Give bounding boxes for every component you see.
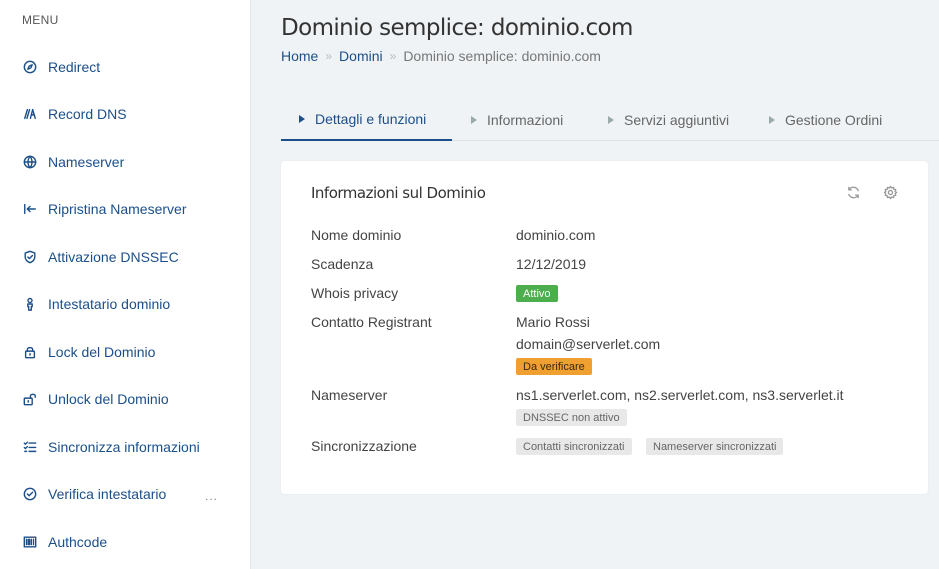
whois-status-badge: Attivo xyxy=(516,285,558,302)
dnssec-status-badge: DNSSEC non attivo xyxy=(516,409,627,426)
unlock-icon xyxy=(22,391,38,407)
breadcrumb-separator: » xyxy=(389,49,397,63)
triangle-right-icon xyxy=(769,115,775,124)
sidebar-item-verifica-intestatario[interactable]: Verifica intestatario xyxy=(22,483,232,505)
lock-icon xyxy=(22,344,38,360)
refresh-icon[interactable] xyxy=(844,183,862,201)
sync-contacts-badge: Contatti sincronizzati xyxy=(516,438,632,455)
sidebar-item-record-dns[interactable]: Record DNS xyxy=(22,103,232,125)
barcode-icon xyxy=(22,534,38,550)
globe-icon xyxy=(22,154,38,170)
sidebar-item-ripristina-nameserver[interactable]: Ripristina Nameserver xyxy=(22,198,232,220)
contatto-registrant-label: Contatto Registrant xyxy=(311,314,432,330)
nome-dominio-label: Nome dominio xyxy=(311,227,402,243)
tab-label: Dettagli e funzioni xyxy=(315,110,427,127)
tab-gestione-ordini[interactable]: Gestione Ordini xyxy=(751,98,902,141)
shield-check-icon xyxy=(22,249,38,265)
breadcrumb-home[interactable]: Home xyxy=(281,48,318,64)
sidebar-item-label: Intestatario dominio xyxy=(48,296,171,312)
nome-dominio-value: dominio.com xyxy=(516,227,596,243)
scadenza-label: Scadenza xyxy=(311,256,374,272)
breadcrumb-domini[interactable]: Domini xyxy=(339,48,383,64)
sidebar-item-label: Authcode xyxy=(48,534,108,550)
triangle-right-icon xyxy=(608,115,614,124)
breadcrumb-separator: » xyxy=(325,49,333,63)
menu-label: MENU xyxy=(22,13,59,27)
compass-icon xyxy=(22,59,38,75)
sidebar: MENU Redirect Record DNS Nameserver Ripr… xyxy=(0,0,251,569)
sidebar-item-label: Sincronizza informazioni xyxy=(48,439,200,455)
sidebar-item-label: Record DNS xyxy=(48,106,127,122)
breadcrumb-current: Dominio semplice: dominio.com xyxy=(403,48,601,64)
sidebar-item-label: Attivazione DNSSEC xyxy=(48,249,179,265)
nameserver-value: ns1.serverlet.com, ns2.serverlet.com, ns… xyxy=(516,387,844,403)
tab-servizi-aggiuntivi[interactable]: Servizi aggiuntivi xyxy=(590,98,749,141)
whois-privacy-label: Whois privacy xyxy=(311,285,399,301)
domain-info-card: Informazioni sul Dominio Nome dominio do… xyxy=(281,161,928,494)
breadcrumb: Home » Domini » Dominio semplice: domini… xyxy=(281,48,601,64)
tab-dettagli-funzioni[interactable]: Dettagli e funzioni xyxy=(281,98,452,141)
sidebar-item-lock-dominio[interactable]: Lock del Dominio xyxy=(22,341,232,363)
sidebar-item-label: Redirect xyxy=(48,59,101,75)
gear-icon[interactable] xyxy=(881,183,899,201)
restore-icon xyxy=(22,201,38,217)
sidebar-item-redirect[interactable]: Redirect xyxy=(22,56,232,78)
record-dns-icon xyxy=(22,106,38,122)
tab-label: Gestione Ordini xyxy=(785,111,883,128)
registrant-name: Mario Rossi xyxy=(516,314,590,330)
registrant-email: domain@serverlet.com xyxy=(516,336,661,352)
nameserver-label: Nameserver xyxy=(311,387,388,403)
sidebar-item-label: Verifica intestatario xyxy=(48,486,167,502)
tab-label: Servizi aggiuntivi xyxy=(624,111,730,128)
page-title: Dominio semplice: dominio.com xyxy=(281,15,633,41)
sidebar-item-label: Unlock del Dominio xyxy=(48,391,169,407)
triangle-right-icon xyxy=(299,114,305,123)
triangle-right-icon xyxy=(471,115,477,124)
checklist-icon xyxy=(22,439,38,455)
tab-bar: Dettagli e funzioni Informazioni Servizi… xyxy=(281,98,939,141)
scadenza-value: 12/12/2019 xyxy=(516,256,587,272)
sidebar-item-nameserver[interactable]: Nameserver xyxy=(22,151,232,173)
sidebar-item-unlock-dominio[interactable]: Unlock del Dominio xyxy=(22,388,232,410)
check-circle-icon xyxy=(22,486,38,502)
card-title: Informazioni sul Dominio xyxy=(311,184,486,202)
sync-nameserver-badge: Nameserver sincronizzati xyxy=(646,438,784,455)
sidebar-item-label: Nameserver xyxy=(48,154,125,170)
sidebar-item-label: Lock del Dominio xyxy=(48,344,156,360)
tab-label: Informazioni xyxy=(487,111,564,128)
person-icon xyxy=(22,296,38,312)
sincronizzazione-label: Sincronizzazione xyxy=(311,438,417,454)
more-button[interactable]: ... xyxy=(205,489,218,503)
main-content: Dominio semplice: dominio.com Home » Dom… xyxy=(251,0,939,569)
sidebar-item-label: Ripristina Nameserver xyxy=(48,201,187,217)
sidebar-item-sincronizza-informazioni[interactable]: Sincronizza informazioni xyxy=(22,436,232,458)
sidebar-item-attivazione-dnssec[interactable]: Attivazione DNSSEC xyxy=(22,246,232,268)
sidebar-item-authcode[interactable]: Authcode xyxy=(22,531,232,553)
sidebar-item-intestatario-dominio[interactable]: Intestatario dominio xyxy=(22,293,232,315)
verification-status-badge: Da verificare xyxy=(516,358,592,375)
tab-informazioni[interactable]: Informazioni xyxy=(453,98,583,141)
